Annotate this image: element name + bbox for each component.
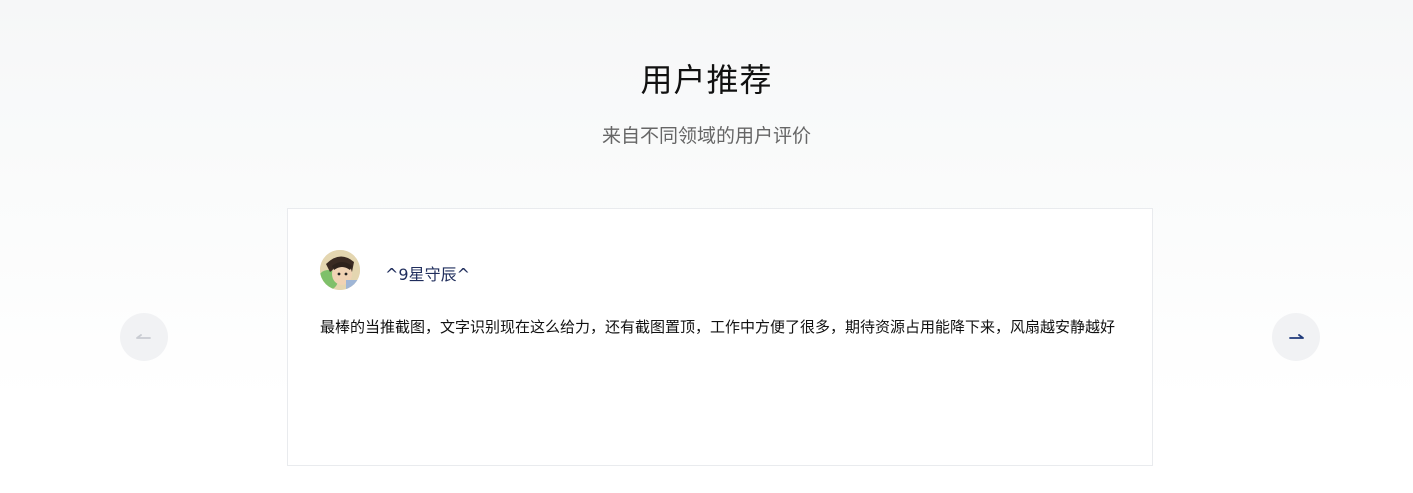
arrow-left-icon [136,334,151,339]
testimonial-card: ^9星守辰^ 最棒的当推截图，文字识别现在这么给力，还有截图置顶，工作中方便了很… [287,208,1153,466]
section-title: 用户推荐 [640,61,773,99]
avatar [320,250,360,290]
reviewer-name: ^9星守辰^ [385,265,470,284]
section-subtitle: 来自不同领域的用户评价 [601,125,811,147]
arrow-right-icon [1289,334,1304,339]
previous-button[interactable] [120,313,168,361]
testimonials-section: 用户推荐 来自不同领域的用户评价 ^9星守辰^ 最棒的当推截图，文字识别现在这么… [0,0,1413,493]
next-button[interactable] [1272,313,1320,361]
review-text: 最棒的当推截图，文字识别现在这么给力，还有截图置顶，工作中方便了很多，期待资源占… [320,318,1116,336]
